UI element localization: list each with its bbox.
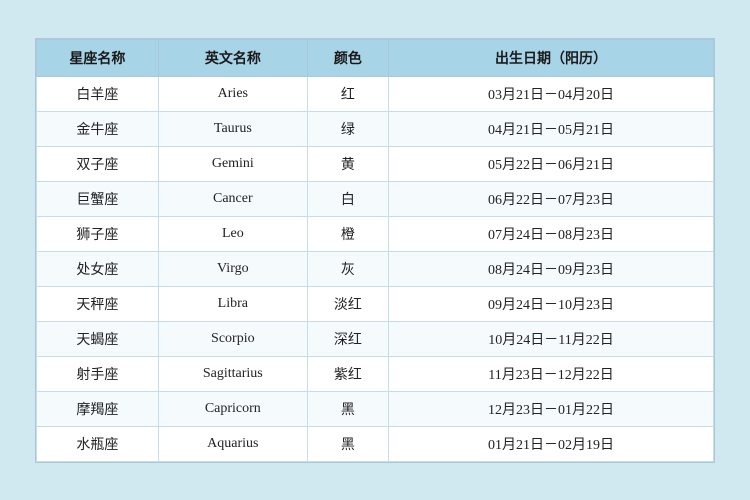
cell-chinese: 白羊座	[37, 76, 159, 111]
table-header-row: 星座名称 英文名称 颜色 出生日期（阳历）	[37, 39, 714, 76]
cell-color: 灰	[307, 251, 388, 286]
cell-color: 绿	[307, 111, 388, 146]
cell-chinese: 摩羯座	[37, 391, 159, 426]
cell-english: Scorpio	[158, 321, 307, 356]
cell-chinese: 天秤座	[37, 286, 159, 321]
cell-color: 淡红	[307, 286, 388, 321]
table-row: 射手座Sagittarius紫红11月23日－12月22日	[37, 356, 714, 391]
cell-english: Libra	[158, 286, 307, 321]
table-row: 狮子座Leo橙07月24日－08月23日	[37, 216, 714, 251]
cell-date: 11月23日－12月22日	[389, 356, 714, 391]
cell-chinese: 狮子座	[37, 216, 159, 251]
cell-chinese: 巨蟹座	[37, 181, 159, 216]
cell-date: 09月24日－10月23日	[389, 286, 714, 321]
cell-date: 05月22日－06月21日	[389, 146, 714, 181]
cell-english: Sagittarius	[158, 356, 307, 391]
table-row: 双子座Gemini黄05月22日－06月21日	[37, 146, 714, 181]
table-row: 天蝎座Scorpio深红10月24日－11月22日	[37, 321, 714, 356]
zodiac-table-container: 星座名称 英文名称 颜色 出生日期（阳历） 白羊座Aries红03月21日－04…	[35, 38, 715, 463]
table-row: 水瓶座Aquarius黑01月21日－02月19日	[37, 426, 714, 461]
cell-date: 01月21日－02月19日	[389, 426, 714, 461]
cell-color: 黑	[307, 391, 388, 426]
header-chinese: 星座名称	[37, 39, 159, 76]
table-row: 白羊座Aries红03月21日－04月20日	[37, 76, 714, 111]
cell-date: 07月24日－08月23日	[389, 216, 714, 251]
cell-english: Aries	[158, 76, 307, 111]
cell-chinese: 射手座	[37, 356, 159, 391]
cell-english: Leo	[158, 216, 307, 251]
cell-chinese: 金牛座	[37, 111, 159, 146]
zodiac-table: 星座名称 英文名称 颜色 出生日期（阳历） 白羊座Aries红03月21日－04…	[36, 39, 714, 462]
table-row: 处女座Virgo灰08月24日－09月23日	[37, 251, 714, 286]
table-row: 金牛座Taurus绿04月21日－05月21日	[37, 111, 714, 146]
cell-date: 04月21日－05月21日	[389, 111, 714, 146]
cell-chinese: 天蝎座	[37, 321, 159, 356]
cell-date: 06月22日－07月23日	[389, 181, 714, 216]
cell-color: 橙	[307, 216, 388, 251]
cell-date: 03月21日－04月20日	[389, 76, 714, 111]
cell-english: Virgo	[158, 251, 307, 286]
cell-english: Gemini	[158, 146, 307, 181]
cell-date: 12月23日－01月22日	[389, 391, 714, 426]
cell-date: 08月24日－09月23日	[389, 251, 714, 286]
table-row: 巨蟹座Cancer白06月22日－07月23日	[37, 181, 714, 216]
cell-color: 白	[307, 181, 388, 216]
table-row: 摩羯座Capricorn黑12月23日－01月22日	[37, 391, 714, 426]
cell-chinese: 水瓶座	[37, 426, 159, 461]
cell-english: Capricorn	[158, 391, 307, 426]
header-date: 出生日期（阳历）	[389, 39, 714, 76]
header-english: 英文名称	[158, 39, 307, 76]
header-color: 颜色	[307, 39, 388, 76]
cell-color: 紫红	[307, 356, 388, 391]
cell-english: Taurus	[158, 111, 307, 146]
cell-color: 红	[307, 76, 388, 111]
cell-english: Cancer	[158, 181, 307, 216]
cell-color: 黑	[307, 426, 388, 461]
cell-english: Aquarius	[158, 426, 307, 461]
cell-color: 黄	[307, 146, 388, 181]
cell-date: 10月24日－11月22日	[389, 321, 714, 356]
cell-chinese: 处女座	[37, 251, 159, 286]
table-row: 天秤座Libra淡红09月24日－10月23日	[37, 286, 714, 321]
cell-chinese: 双子座	[37, 146, 159, 181]
cell-color: 深红	[307, 321, 388, 356]
